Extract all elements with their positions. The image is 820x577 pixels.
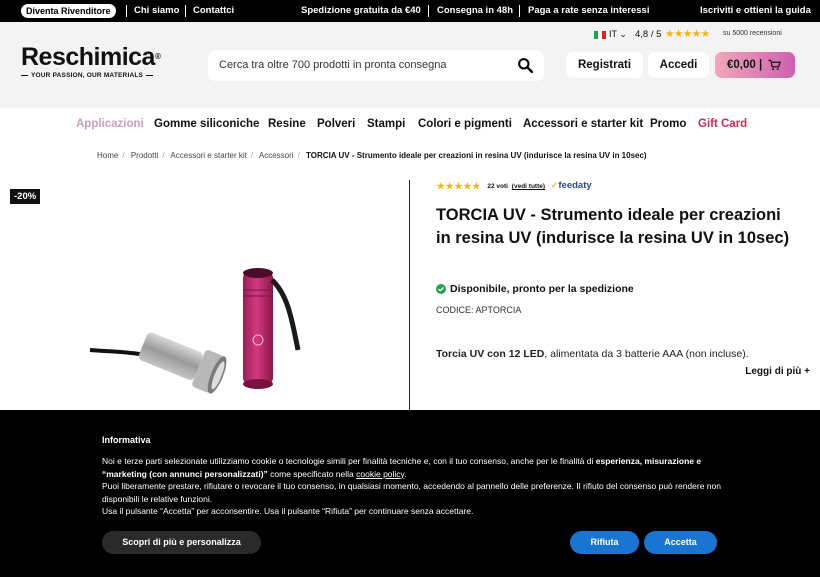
search-icon[interactable] xyxy=(517,57,534,74)
cart-total: €0,00 | xyxy=(727,59,763,71)
product-rating: ★★★★★ 22 voti (vedi tutte) ✓feedaty xyxy=(436,180,592,192)
about-link[interactable]: Chi siamo xyxy=(134,5,179,17)
product-stars-icon: ★★★★★ xyxy=(436,180,481,193)
breadcrumb-current: TORCIA UV - Strumento ideale per creazio… xyxy=(306,151,647,160)
search-input[interactable]: Cerca tra oltre 700 prodotti in pronta c… xyxy=(219,59,446,71)
description-rest: , alimentata da 3 batterie AAA (non incl… xyxy=(544,348,749,360)
nav-item-resins[interactable]: Resine xyxy=(268,118,306,130)
chevron-down-icon: ⌄ xyxy=(619,29,627,39)
breadcrumb: Home / Prodotti / Accessori e starter kit /… xyxy=(97,151,647,160)
customize-button[interactable]: Scopri di più e personalizza xyxy=(102,531,261,554)
main-nav: Applicazioni Gomme siliconiche Resine Po… xyxy=(0,118,820,132)
vertical-divider xyxy=(409,180,410,410)
accept-button[interactable]: Accetta xyxy=(644,531,717,554)
cookie-banner: Informativa Noi e terze parti selezionat… xyxy=(0,410,820,577)
see-all-reviews-link[interactable]: (vedi tutte) xyxy=(512,183,545,190)
logo[interactable]: Reschimica® YOUR PASSION, OUR MATERIALS xyxy=(21,43,161,79)
free-shipping-text: Spedizione gratuita da €40 xyxy=(301,5,421,16)
become-reseller-link[interactable]: Diventa Rivenditore xyxy=(21,4,116,18)
discount-badge: -20% xyxy=(10,189,41,204)
product-code: CODICE: APTORCIA xyxy=(436,305,522,315)
availability-text: Disponibile, pronto per la spedizione xyxy=(450,283,634,295)
nav-item-silicone[interactable]: Gomme siliconiche xyxy=(154,118,259,130)
logo-name: Reschimica xyxy=(21,43,155,71)
breadcrumb-accessories-kit[interactable]: Accessori e starter kit xyxy=(170,151,246,160)
top-bar: Diventa Rivenditore Chi siamo Contattci … xyxy=(0,0,820,22)
nav-item-gift-card[interactable]: Gift Card xyxy=(698,118,747,130)
nav-item-colors[interactable]: Colori e pigmenti xyxy=(418,118,512,130)
logo-tagline-text: YOUR PASSION, OUR MATERIALS xyxy=(31,72,144,79)
product-title: TORCIA UV - Strumento ideale per creazio… xyxy=(436,206,790,247)
product-description: Torcia UV con 12 LED, alimentata da 3 ba… xyxy=(436,348,749,360)
description-highlight: Torcia UV con 12 LED xyxy=(436,348,545,360)
check-circle-icon xyxy=(436,284,446,294)
divider xyxy=(185,5,186,17)
language-selector[interactable]: IT ⌄ xyxy=(609,29,627,40)
star-rating-icon: ★★★★★ xyxy=(665,28,710,40)
votes-count: 22 voti xyxy=(487,183,508,190)
installments-text: Paga a rate senza interessi xyxy=(528,5,650,16)
nav-item-accessories[interactable]: Accessori e starter kit xyxy=(523,118,643,130)
newsletter-link[interactable]: Iscriviti e ottieni la guida xyxy=(700,5,811,17)
breadcrumb-home[interactable]: Home xyxy=(97,151,118,160)
cookie-text: Noi e terze parti selezionate utilizziam… xyxy=(102,456,721,516)
search-bar[interactable]: Cerca tra oltre 700 prodotti in pronta c… xyxy=(208,50,544,81)
divider xyxy=(126,5,127,17)
nav-item-powders[interactable]: Polveri xyxy=(317,118,355,130)
breadcrumb-accessories[interactable]: Accessori xyxy=(259,151,294,160)
delivery-text: Consegna in 48h xyxy=(437,5,514,16)
nav-item-molds[interactable]: Stampi xyxy=(367,118,405,130)
nav-item-promo[interactable]: Promo xyxy=(650,118,686,130)
logo-tagline: YOUR PASSION, OUR MATERIALS xyxy=(21,72,160,79)
breadcrumb-products[interactable]: Prodotti xyxy=(131,151,159,160)
product-image[interactable] xyxy=(60,240,360,410)
cookie-policy-link[interactable]: cookie policy xyxy=(356,469,404,479)
contacts-link[interactable]: Contattci xyxy=(193,5,234,17)
cart-button[interactable]: €0,00 | xyxy=(715,52,795,78)
cart-icon xyxy=(768,59,781,71)
reject-button[interactable]: Rifiuta xyxy=(570,531,639,554)
registered-icon: ® xyxy=(154,52,161,61)
reviews-count: su 5000 recensioni xyxy=(723,30,782,37)
divider xyxy=(428,5,429,17)
register-button[interactable]: Registrati xyxy=(566,52,643,78)
read-more-link[interactable]: Leggi di più + xyxy=(745,366,810,377)
login-button[interactable]: Accedi xyxy=(648,52,709,78)
italy-flag-icon xyxy=(594,31,606,39)
availability-status: Disponibile, pronto per la spedizione xyxy=(436,283,634,295)
cookie-title: Informativa xyxy=(102,435,151,445)
divider xyxy=(519,5,520,17)
feedaty-logo: feedaty xyxy=(558,180,592,191)
nav-item-applications[interactable]: Applicazioni xyxy=(76,118,144,130)
rating-value: 4,8 / 5 xyxy=(635,29,662,40)
